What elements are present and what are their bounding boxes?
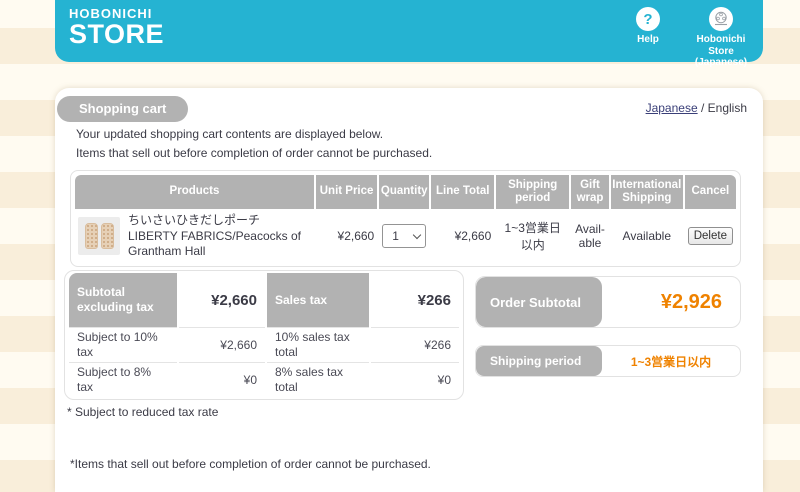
delete-button[interactable]: Delete: [688, 227, 733, 245]
japanese-link[interactable]: Japanese: [646, 101, 698, 115]
english-label: English: [708, 101, 747, 115]
product-thumbnail[interactable]: [78, 217, 120, 255]
help-question-icon: ?: [636, 7, 660, 31]
col-header-shipping-period: Shipping period: [496, 175, 569, 209]
shipping-period-box: Shipping period 1~3営業日以内: [475, 345, 741, 377]
gift-wrap-value: Avail- able: [571, 211, 609, 262]
hobonichi-store-logo[interactable]: HOBONICHI STORE: [69, 7, 164, 48]
line-total-value: ¥2,660: [431, 211, 494, 262]
tax-10-total-label: 10% sales tax total: [267, 327, 369, 362]
col-header-gift-wrap: Gift wrap: [571, 175, 609, 209]
soldout-note: *Items that sell out before completion o…: [70, 457, 431, 471]
col-header-international-shipping: International Shipping: [611, 175, 683, 209]
page-title: Shopping cart: [57, 96, 188, 122]
order-subtotal-value: ¥2,926: [602, 277, 740, 327]
gift-wrap-line2: able: [579, 236, 602, 250]
language-switcher: Japanese / English: [646, 101, 747, 115]
store-label-line1: Hobonichi: [697, 34, 746, 45]
pouch-image-left: [85, 223, 98, 249]
logo-line2: STORE: [69, 21, 164, 48]
unit-price-value: ¥2,660: [316, 211, 377, 262]
order-subtotal-label: Order Subtotal: [476, 277, 602, 327]
japanese-store-label: Hobonichi Store (Japanese): [695, 34, 747, 69]
subtotal-excl-tax-value: ¥2,660: [179, 273, 265, 327]
products-table: Products Unit Price Quantity Line Total …: [70, 170, 741, 267]
shipping-period-label: Shipping period: [476, 346, 602, 376]
col-header-line-total: Line Total: [431, 175, 494, 209]
col-header-unit-price: Unit Price: [316, 175, 377, 209]
help-label: Help: [637, 34, 659, 46]
totals-header-row: Subtotal excluding tax ¥2,660 Sales tax …: [69, 273, 459, 327]
tax-10-total-value: ¥266: [371, 327, 459, 362]
shipping-period-value-summary: 1~3営業日以内: [602, 346, 740, 376]
tax-10-row: Subject to 10% tax ¥2,660 10% sales tax …: [69, 327, 459, 362]
tax-8-total-label: 8% sales tax total: [267, 362, 369, 397]
header-buttons: ? Help Hobonichi Store (Japanese): [625, 7, 755, 69]
cart-item-row: ちいさいひきだしポーチ LIBERTY FABRICS/Peacocks of …: [75, 211, 736, 262]
pouch-image-right: [101, 223, 114, 249]
intro-line1: Your updated shopping cart contents are …: [76, 125, 432, 144]
col-header-cancel: Cancel: [685, 175, 736, 209]
intro-text: Your updated shopping cart contents are …: [76, 125, 432, 163]
header-bar: HOBONICHI STORE ? Help Hobonichi Store: [55, 0, 763, 62]
totals-table: Subtotal excluding tax ¥2,660 Sales tax …: [64, 270, 464, 400]
store-label-line2: Store: [708, 46, 734, 57]
shipping-period-value: 1~3営業日以内: [496, 211, 569, 262]
language-separator: /: [698, 101, 708, 115]
tax-8-row: Subject to 8% tax ¥0 8% sales tax total …: [69, 362, 459, 397]
subject-10-value: ¥2,660: [179, 327, 265, 362]
intro-line2: Items that sell out before completion of…: [76, 144, 432, 163]
reduced-tax-note: * Subject to reduced tax rate: [67, 405, 218, 419]
products-header-row: Products Unit Price Quantity Line Total …: [75, 175, 736, 209]
help-button[interactable]: ? Help: [625, 7, 671, 46]
international-shipping-value: Available: [611, 211, 683, 262]
tax-8-total-value: ¥0: [371, 362, 459, 397]
subject-8-value: ¥0: [179, 362, 265, 397]
order-subtotal-box: Order Subtotal ¥2,926: [475, 276, 741, 328]
col-header-products: Products: [75, 175, 314, 209]
hobonichi-emblem-icon: [709, 7, 733, 31]
sales-tax-value: ¥266: [371, 273, 459, 327]
japanese-store-button[interactable]: Hobonichi Store (Japanese): [687, 7, 755, 69]
subtotal-excl-tax-label: Subtotal excluding tax: [69, 273, 177, 327]
subject-8-label: Subject to 8% tax: [69, 362, 177, 397]
gift-wrap-line1: Avail-: [575, 222, 605, 236]
col-header-quantity: Quantity: [379, 175, 429, 209]
product-name: ちいさいひきだしポーチ LIBERTY FABRICS/Peacocks of …: [128, 213, 311, 260]
shopping-cart-panel: Shopping cart Japanese / English Your up…: [55, 88, 763, 492]
store-label-line3: (Japanese): [695, 57, 747, 68]
sales-tax-label: Sales tax: [267, 273, 369, 327]
quantity-select[interactable]: 1: [382, 224, 426, 248]
subject-10-label: Subject to 10% tax: [69, 327, 177, 362]
